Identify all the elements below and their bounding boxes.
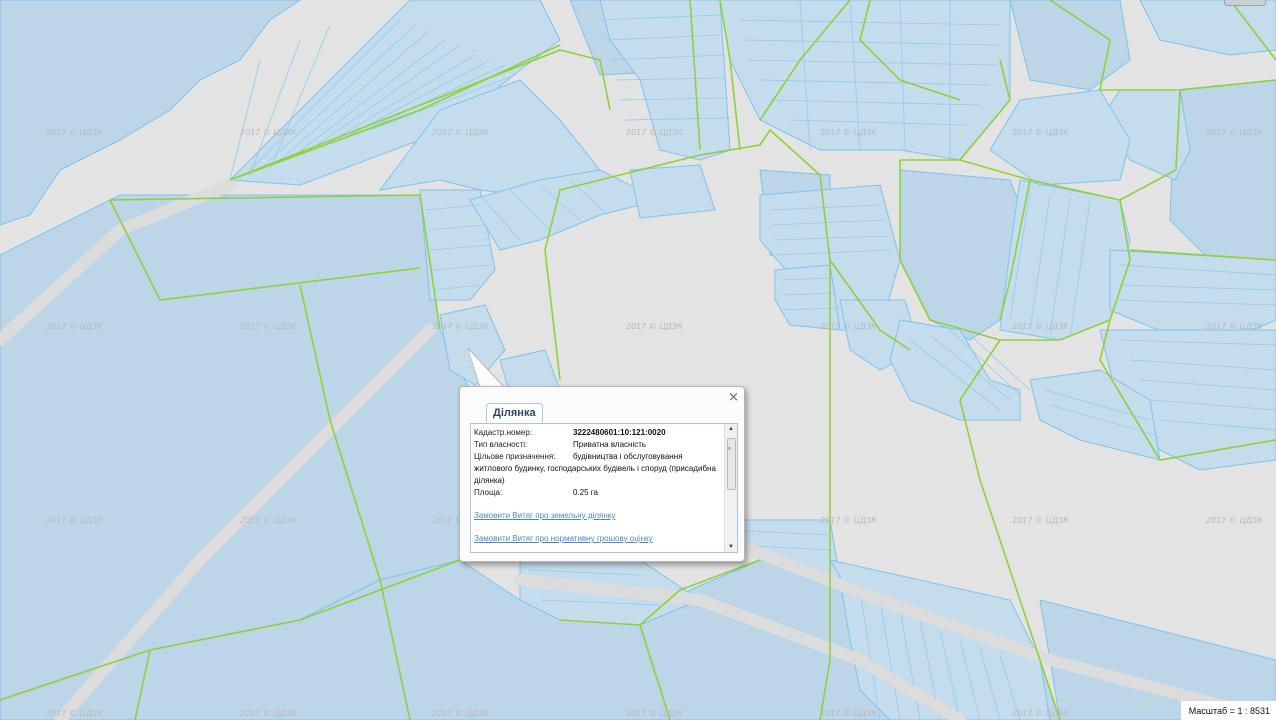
map-watermark: 2017 © ЦДЗК [240,516,297,525]
map-watermark: 2017 © ЦДЗК [820,709,877,718]
purpose-label: Цільове призначення: [474,452,556,461]
parcel-info-popup: × Ділянка Кадастр.номер: 3222480601:10:1… [459,386,745,562]
order-valuation-extract-link[interactable]: Замовити Витяг про нормативну грошову оц… [474,533,722,545]
map-layer [0,0,1276,720]
map-watermark: 2017 © ЦДЗК [1012,128,1069,137]
cadastral-map[interactable]: 2017 © ЦДЗК 2017 © ЦДЗК 2017 © ЦДЗК 2017… [0,0,1276,720]
map-watermark: 2017 © ЦДЗК [820,128,877,137]
map-watermark: 2017 © ЦДЗК [626,709,683,718]
scroll-grip-icon: ≡ [727,446,732,453]
map-watermark: 2017 © ЦДЗК [240,128,297,137]
map-watermark: 2017 © ЦДЗК [626,128,683,137]
map-watermark: 2017 © ЦДЗК [820,322,877,331]
cadastral-number-row: Кадастр.номер: 3222480601:10:121:0020 [474,427,722,439]
ownership-value: Приватна власність [573,440,647,449]
scroll-up-icon[interactable]: ▲ [725,424,737,434]
map-watermark: 2017 © ЦДЗК [432,322,489,331]
tab-parcel[interactable]: Ділянка [486,403,543,422]
map-watermark: 2017 © ЦДЗК [46,128,103,137]
map-watermark: 2017 © ЦДЗК [1012,516,1069,525]
parcel-details-panel: Кадастр.номер: 3222480601:10:121:0020 Ти… [470,423,738,553]
map-watermark: 2017 © ЦДЗК [240,322,297,331]
close-icon[interactable]: × [728,390,739,405]
area-value: 0.25 га [573,488,598,497]
cadastral-number-label: Кадастр.номер: [474,428,533,437]
map-watermark: 2017 © ЦДЗК [46,516,103,525]
map-watermark: 2017 © ЦДЗК [1206,322,1263,331]
area-row: Площа: 0.25 га [474,487,722,499]
map-watermark: 2017 © ЦДЗК [46,709,103,718]
purpose-value-continued: житлового будинку, господарських будівел… [474,464,716,485]
map-scale-indicator: Масштаб = 1 : 8531 [1180,701,1276,720]
order-parcel-extract-link[interactable]: Замовити Витяг про земельну ділянку [474,510,722,522]
map-watermark: 2017 © ЦДЗК [820,516,877,525]
map-watermark: 2017 © ЦДЗК [1206,128,1263,137]
map-control-button[interactable] [1224,0,1266,6]
map-watermark: 2017 © ЦДЗК [432,128,489,137]
scroll-down-icon[interactable]: ▼ [725,542,737,552]
cadastral-number-value: 3222480601:10:121:0020 [573,428,666,437]
popup-scrollbar[interactable]: ▲ ≡ ▼ [724,424,737,552]
map-watermark: 2017 © ЦДЗК [46,322,103,331]
purpose-row: Цільове призначення: будівництва і обслу… [474,451,722,463]
area-label: Площа: [474,488,503,497]
map-watermark: 2017 © ЦДЗК [626,322,683,331]
popup-pointer [467,348,506,389]
purpose-value: будівництва і обслуговування [573,452,683,461]
map-watermark: 2017 © ЦДЗК [240,709,297,718]
map-watermark: 2017 © ЦДЗК [432,709,489,718]
map-watermark: 2017 © ЦДЗК [1012,709,1069,718]
map-watermark: 2017 © ЦДЗК [1012,322,1069,331]
map-watermark: 2017 © ЦДЗК [1206,516,1263,525]
ownership-row: Тип власності: Приватна власність [474,439,722,451]
ownership-label: Тип власності: [474,440,528,449]
